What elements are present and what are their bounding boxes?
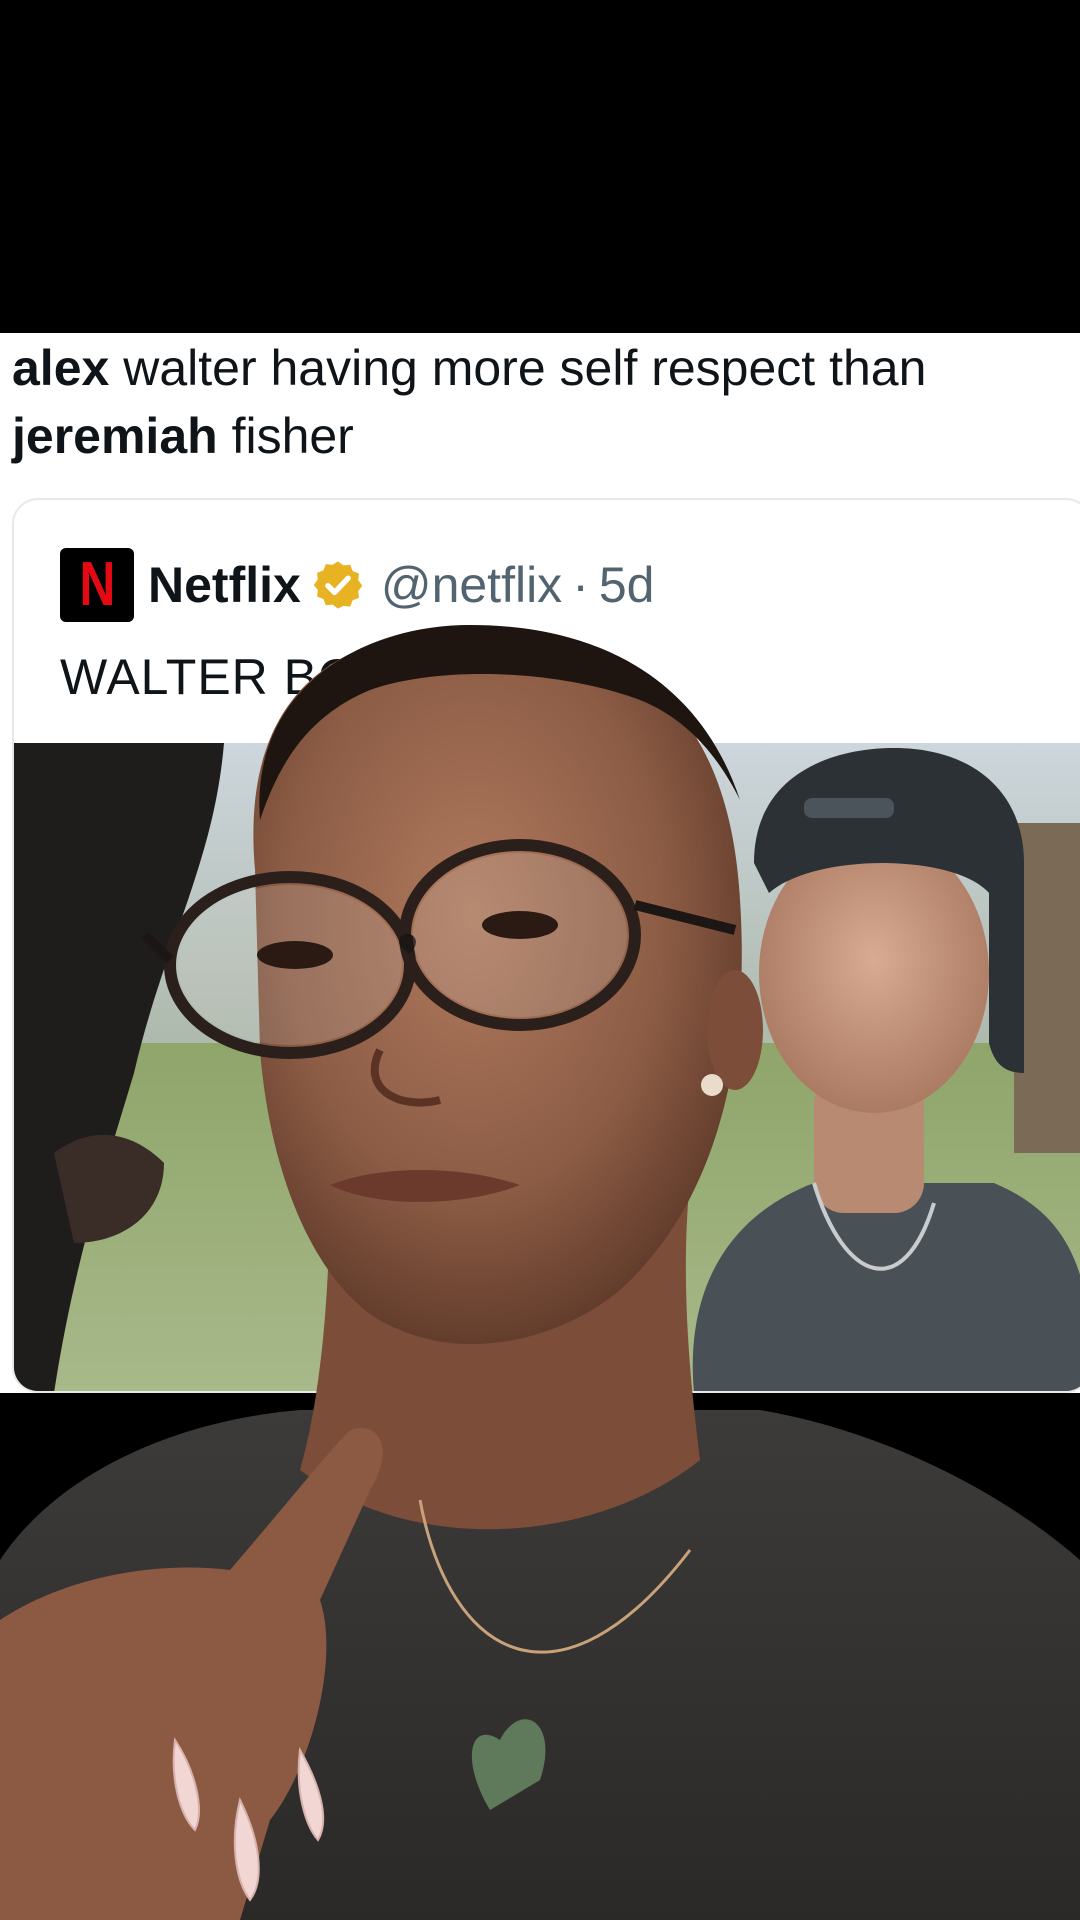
- meta-separator: ·: [572, 557, 589, 613]
- caption-text-2: fisher: [217, 408, 354, 464]
- top-letterbox: [0, 0, 1080, 333]
- post-age[interactable]: 5d: [599, 556, 655, 614]
- quoted-post-header: N Netflix @netflix · 5d: [60, 548, 654, 622]
- post-caption: alex walter having more self respect tha…: [12, 334, 1062, 470]
- caption-name-alex: alex: [12, 340, 110, 396]
- user-handle[interactable]: @netflix: [381, 556, 562, 614]
- quoted-post-card[interactable]: N Netflix @netflix · 5d WALTER BO ACK.: [12, 498, 1080, 1393]
- verified-badge-icon: [313, 561, 363, 609]
- netflix-logo-letter: N: [79, 550, 115, 619]
- caption-text-1: walter having more self respect than: [109, 340, 927, 396]
- quoted-post-text: WALTER BO ACK.: [60, 649, 491, 705]
- netflix-logo-icon[interactable]: N: [60, 548, 134, 622]
- quoted-post-media[interactable]: [14, 743, 1080, 1393]
- display-name[interactable]: Netflix: [148, 556, 301, 614]
- caption-name-jeremiah: jeremiah: [12, 408, 218, 464]
- video-frame: alex walter having more self respect tha…: [0, 0, 1080, 1920]
